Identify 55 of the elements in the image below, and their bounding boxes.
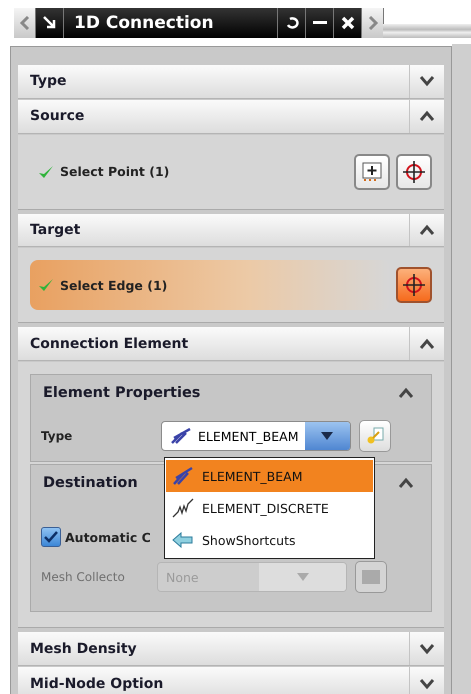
collapse-chevron-icon [419,338,435,350]
section-title: Target [29,222,82,238]
select-button[interactable] [396,267,432,304]
menu-item[interactable]: ELEMENT_DISCRETE [166,492,373,524]
beam-icon [172,466,194,486]
crosshair-icon [402,273,426,298]
pin-button[interactable] [36,8,64,38]
checkmark-icon [38,278,54,292]
field-label: Mesh Collecto [41,570,126,584]
checkmark-icon [44,531,58,544]
section-title: Mid-Node Option [29,676,164,692]
minimize-button[interactable] [306,8,334,38]
type-dropdown[interactable]: ELEMENT_BEAM [161,421,351,452]
checkmark-icon [38,164,54,179]
expand-chevron-icon [419,678,435,690]
select-button[interactable] [396,154,432,190]
collapse-chevron-icon [398,477,414,490]
grid-icon [362,570,380,584]
chevron-left-icon [20,16,30,30]
section-title: Type [29,73,68,90]
key-icon [365,426,385,446]
plus-dots-icon [361,160,383,183]
expand-chevron-icon [419,75,435,88]
field-label: Type [41,429,74,444]
window-title: 1D Connection [64,8,278,38]
scroll-right-button[interactable] [362,8,384,38]
reset-icon [284,16,298,30]
menu-item[interactable]: ELEMENT_BEAM [166,460,373,492]
dropdown-arrow-icon [321,432,334,440]
group-title: Destination [42,475,138,492]
checkbox[interactable] [41,527,61,548]
collapse-chevron-icon [398,387,414,400]
menu-item[interactable]: ShowShortcuts [166,524,373,556]
beam-icon [170,427,192,446]
minimize-icon [312,21,326,25]
close-icon [340,16,354,30]
options-button[interactable] [359,420,391,452]
collapse-chevron-icon [419,110,435,122]
collapse-chevron-icon [419,224,435,236]
section-title: Source [29,108,86,124]
spring-icon [172,498,194,518]
reset-button[interactable] [278,8,306,38]
crosshair-icon [402,160,426,184]
section-title: Connection Element [29,336,190,352]
close-button[interactable] [334,8,362,38]
checkbox-label: Automatic C [65,530,151,545]
arrow-left-icon [172,532,194,548]
dropdown-arrow-icon [296,573,308,582]
add-point-button[interactable] [354,154,390,190]
chevron-right-icon [368,16,378,30]
expand-chevron-icon [419,642,435,655]
group-title: Element Properties [42,385,200,402]
scroll-left-button[interactable] [14,8,36,38]
section-title: Mesh Density [29,640,138,657]
arrow-icon [42,16,56,30]
